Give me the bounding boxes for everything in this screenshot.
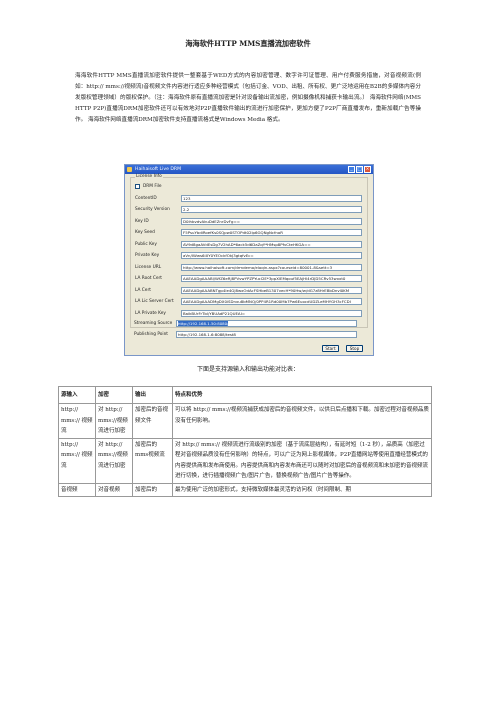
page-title: 海海软件HTTP MMS直播流加密软件 xyxy=(185,39,311,48)
license-url-input[interactable]: http://www.haihaisoft.com/drmdemo/eloqin… xyxy=(181,264,362,271)
field-row: Key ID D0ihbvdvAkuDdEZnrDvFg== xyxy=(135,218,365,225)
streaming-source-row: Streaming Source http://192.168.1.50:808… xyxy=(134,320,364,327)
key-id-input[interactable]: D0ihbvdvAkuDdEZnrDvFg== xyxy=(181,218,362,225)
col-header: 特点和优势 xyxy=(172,386,432,404)
field-row: LA Cert AAEAADgAAABNTgp4le4GJ8wxOdAcFSHb… xyxy=(135,287,365,294)
table-row: http:// mms:// 视频流 对 http:// mms://视频流进行… xyxy=(58,403,432,439)
field-row: ContentID 123 xyxy=(135,195,365,202)
table-cell: 可以将 http:// mms://视频流捕获成加密后的音视频文件，以供日后点播… xyxy=(172,403,432,439)
start-button[interactable]: Start xyxy=(322,345,339,352)
table-cell: 对 http:// mms://视频流进行加密 xyxy=(95,437,133,484)
field-label: Private Key xyxy=(135,253,160,258)
field-label: LA Private Key xyxy=(135,311,166,316)
la-lic-server-cert-input[interactable]: AAEAADgAAADMgDX0iSDnxu8bMNQ/0PP4R1Rd00Mb… xyxy=(181,298,362,305)
close-icon[interactable]: × xyxy=(364,166,371,173)
col-header: 加密 xyxy=(95,386,133,404)
feature-table: 源输入 加密 输出 特点和优势 http:// mms:// 视频流 对 htt… xyxy=(58,386,432,497)
window-titlebar[interactable]: Haihaisoft Live DRM _ □ × xyxy=(125,165,373,174)
la-root-cert-input[interactable]: AAEAADgAAABl/WfZ6eRJ8PVvwYPZPYucI2E*3ppX… xyxy=(181,275,362,282)
field-label: License URL xyxy=(135,265,162,270)
table-cell: http:// mms:// 视频流 xyxy=(58,437,96,484)
field-label: Key ID xyxy=(135,219,149,224)
window-controls: _ □ × xyxy=(348,166,371,173)
field-row: LA Private Key BaikBUrFrTbl/YBUAdP21QUEA… xyxy=(135,310,365,317)
field-label: Public Key xyxy=(135,242,157,247)
table-row: http:// mms:// 视频流 对 http:// mms://视频流进行… xyxy=(58,437,432,484)
field-row: LA Lic Server Cert AAEAADgAAADMgDX0iSDnx… xyxy=(135,298,365,305)
table-cell: 加密后的 xyxy=(132,482,173,497)
security-version-input[interactable]: 2.2 xyxy=(181,206,362,213)
table-header-row: 源输入 加密 输出 特点和优势 xyxy=(58,386,432,404)
streaming-source-label: Streaming Source xyxy=(134,321,173,326)
field-label: ContentID xyxy=(135,196,157,201)
table-cell: 对 http:// mms:// 视频流进行流级别的加密（基于流底层结构），有延… xyxy=(172,437,432,484)
drm-app-window: Haihaisoft Live DRM _ □ × License Info D… xyxy=(124,164,374,356)
drm-file-checkbox[interactable] xyxy=(135,184,140,189)
window-title: Haihaisoft Live DRM xyxy=(135,167,182,172)
field-label: LA Cert xyxy=(135,288,151,293)
key-seed-input[interactable]: F5PsuYbdiRoefKs0SQpw0STOPdt02lp6GQNgNcfn… xyxy=(181,229,362,236)
la-cert-input[interactable]: AAEAADgAAABNTgp4le4GJ8wxOdAcFSHbeB1307ve… xyxy=(181,287,362,294)
public-key-input[interactable]: AV9d8gaAVdEsDg7V2hAD*6ack5d6DaZqY*HMsp8P… xyxy=(181,241,362,248)
field-row: License URL http://www.haihaisoft.com/dr… xyxy=(135,264,365,271)
table-caption: 下面是支持源输入和输出功能对比表： xyxy=(196,366,299,373)
table-cell: 加密后的mms视频流 xyxy=(132,437,173,484)
license-info-group: License Info DRM File ContentID 123 Secu… xyxy=(130,174,368,328)
table-row: 音视频 对音视频 加密后的 最为使用广泛的加密形式，支持微软媒体最灵活的访问权（… xyxy=(58,482,432,497)
intro-text: 海海软件HTTP MMS直播流加密软件提供一整套基于WED方式的内容加密管理、数… xyxy=(75,73,421,123)
field-label: Security Version xyxy=(135,207,170,212)
publishing-point-label: Publishing Point xyxy=(134,332,168,337)
private-key-input[interactable]: aVn/IWws6iXY0YEOckfOkJ3gtqfvEc= xyxy=(181,252,362,259)
field-row: Security Version 2.2 xyxy=(135,206,365,213)
col-header: 输出 xyxy=(132,386,173,404)
field-label: LA Lic Server Cert xyxy=(135,299,174,304)
field-row: Key Seed F5PsuYbdiRoefKs0SQpw0STOPdt02lp… xyxy=(135,229,365,236)
intro-paragraph: 海海软件HTTP MMS直播流加密软件提供一整套基于WED方式的内容加密管理、数… xyxy=(75,71,421,126)
table-cell: 对音视频 xyxy=(95,482,133,497)
table-cell: 最为使用广泛的加密形式，支持微软媒体最灵活的访问权（时间限制、期 xyxy=(172,482,432,497)
drm-file-row: DRM File xyxy=(135,183,365,190)
content-id-input[interactable]: 123 xyxy=(181,195,362,202)
field-label: Key Seed xyxy=(135,230,155,235)
minimize-icon[interactable]: _ xyxy=(348,166,355,173)
drm-file-label: DRM File xyxy=(143,184,162,189)
app-icon xyxy=(127,167,132,172)
maximize-icon[interactable]: □ xyxy=(356,166,363,173)
table-cell: 音视频 xyxy=(58,482,96,497)
streaming-source-value: http://192.168.1.50:8080/ xyxy=(178,321,229,326)
publishing-point-input[interactable]: http://192.168.1.6:8088/test8 xyxy=(176,331,357,338)
table-cell: 对 http:// mms://视频流进行加密 xyxy=(95,403,133,439)
streaming-source-input[interactable]: http://192.168.1.50:8080/ xyxy=(176,320,357,327)
table-cell: 加密后的音视频文件 xyxy=(132,403,173,439)
field-label: LA Root Cert xyxy=(135,276,162,281)
field-row: Private Key aVn/IWws6iXY0YEOckfOkJ3gtqfv… xyxy=(135,252,365,259)
stop-button[interactable]: Stop xyxy=(346,345,363,352)
col-header: 源输入 xyxy=(58,386,96,404)
group-legend: License Info xyxy=(135,174,163,179)
publishing-point-row: Publishing Point http://192.168.1.6:8088… xyxy=(134,331,364,338)
field-row: LA Root Cert AAEAADgAAABl/WfZ6eRJ8PVvwYP… xyxy=(135,275,365,282)
la-private-key-input[interactable]: BaikBUrFrTbl/YBUAdP21QUEAI= xyxy=(181,310,362,317)
field-row: Public Key AV9d8gaAVdEsDg7V2hAD*6ack5d6D… xyxy=(135,241,365,248)
table-cell: http:// mms:// 视频流 xyxy=(58,403,96,439)
